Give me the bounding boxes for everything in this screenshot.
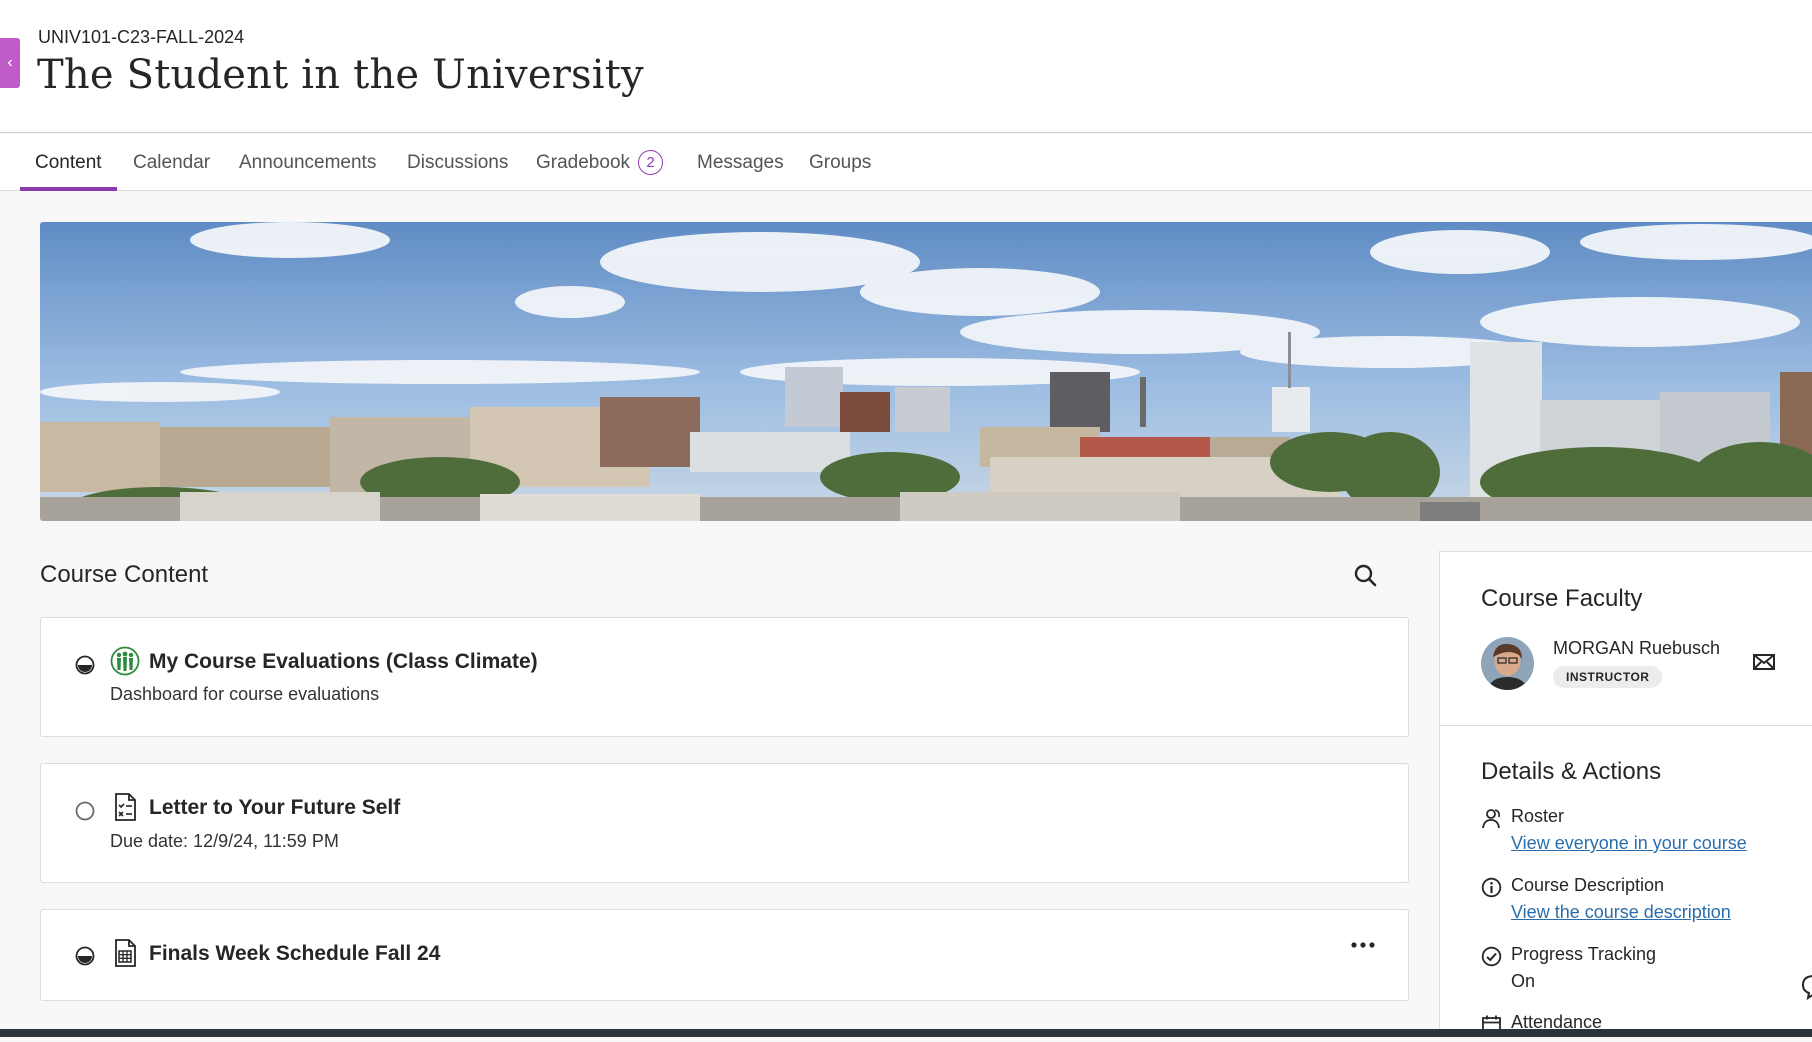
view-course-description-link[interactable]: View the course description bbox=[1511, 902, 1731, 923]
tab-label: Gradebook bbox=[536, 151, 631, 173]
tab-groups[interactable]: Groups bbox=[809, 134, 871, 191]
campus-skyline-photo bbox=[40, 222, 1812, 521]
course-details-panel: Course Faculty MORGAN Ruebusch INSTRUCTO… bbox=[1439, 551, 1812, 1037]
more-options-button[interactable] bbox=[1348, 935, 1378, 955]
tab-content[interactable]: Content bbox=[20, 134, 116, 191]
details-actions-heading: Details & Actions bbox=[1481, 758, 1662, 785]
content-item[interactable]: My Course Evaluations (Class Climate) Da… bbox=[40, 617, 1409, 737]
assignment-icon bbox=[115, 793, 136, 821]
detail-label: Course Description bbox=[1511, 875, 1665, 895]
detail-label: Roster bbox=[1511, 806, 1565, 826]
chevron-left-icon: ‹ bbox=[7, 54, 13, 71]
ellipsis-icon bbox=[1351, 942, 1375, 948]
spreadsheet-icon bbox=[115, 939, 136, 967]
close-course-button[interactable]: ‹ bbox=[0, 38, 20, 88]
course-banner-image bbox=[40, 222, 1812, 521]
course-header: ‹ UNIV101-C23-FALL-2024 The Student in t… bbox=[0, 0, 1812, 133]
detail-row-progress-tracking: Progress Tracking On bbox=[1481, 944, 1801, 994]
panel-divider bbox=[1440, 725, 1812, 726]
instructor-photo bbox=[1481, 637, 1534, 690]
tab-discussions[interactable]: Discussions bbox=[407, 134, 508, 191]
tab-label: Calendar bbox=[133, 151, 211, 173]
progress-half-icon[interactable] bbox=[75, 946, 95, 966]
avatar[interactable] bbox=[1481, 637, 1534, 690]
tab-label: Messages bbox=[697, 151, 784, 173]
content-item[interactable]: Finals Week Schedule Fall 24 bbox=[40, 909, 1409, 1001]
detail-label: Progress Tracking bbox=[1511, 944, 1657, 964]
progress-empty-icon[interactable] bbox=[75, 801, 95, 821]
item-title[interactable]: My Course Evaluations (Class Climate) bbox=[149, 650, 538, 674]
item-description: Dashboard for course evaluations bbox=[110, 684, 380, 704]
course-id: UNIV101-C23-FALL-2024 bbox=[38, 27, 245, 47]
message-instructor-button[interactable] bbox=[1752, 652, 1776, 672]
item-due-date: Due date: 12/9/24, 11:59 PM bbox=[110, 831, 339, 851]
evaluation-people-icon bbox=[110, 646, 140, 676]
progress-tracking-status[interactable]: On bbox=[1511, 971, 1535, 992]
gradebook-badge: 2 bbox=[638, 150, 664, 175]
item-title[interactable]: Finals Week Schedule Fall 24 bbox=[149, 942, 440, 966]
page-title: The Student in the University bbox=[37, 52, 644, 98]
tab-calendar[interactable]: Calendar bbox=[133, 134, 210, 191]
progress-half-icon[interactable] bbox=[75, 655, 95, 675]
taskbar-strip bbox=[0, 1029, 1812, 1037]
tab-label: Announcements bbox=[239, 151, 377, 173]
item-title[interactable]: Letter to Your Future Self bbox=[149, 796, 400, 820]
envelope-icon bbox=[1753, 654, 1775, 670]
tab-label: Groups bbox=[809, 151, 872, 173]
tab-label: Content bbox=[35, 151, 102, 173]
tab-announcements[interactable]: Announcements bbox=[239, 134, 376, 191]
search-content-button[interactable] bbox=[1352, 562, 1380, 590]
content-item[interactable]: Letter to Your Future Self Due date: 12/… bbox=[40, 763, 1409, 883]
detail-row-attendance: Attendance bbox=[1481, 1012, 1801, 1042]
tab-messages[interactable]: Messages bbox=[697, 134, 784, 191]
instructor-name[interactable]: MORGAN Ruebusch bbox=[1553, 638, 1720, 659]
course-faculty-heading: Course Faculty bbox=[1481, 585, 1643, 612]
course-content-heading: Course Content bbox=[40, 561, 209, 588]
course-tabs: Content Calendar Announcements Discussio… bbox=[0, 134, 1812, 191]
tab-gradebook[interactable]: Gradebook 2 bbox=[536, 134, 664, 191]
check-circle-icon bbox=[1481, 946, 1502, 967]
chat-icon[interactable] bbox=[1800, 973, 1812, 1001]
detail-row-roster: Roster View everyone in your course bbox=[1481, 806, 1801, 856]
detail-row-course-description: Course Description View the course descr… bbox=[1481, 875, 1801, 925]
instructor-role-badge: INSTRUCTOR bbox=[1553, 666, 1663, 688]
info-icon bbox=[1481, 877, 1502, 898]
roster-icon bbox=[1482, 809, 1500, 829]
view-roster-link[interactable]: View everyone in your course bbox=[1511, 833, 1747, 854]
search-icon bbox=[1354, 564, 1377, 587]
tab-label: Discussions bbox=[407, 151, 509, 173]
